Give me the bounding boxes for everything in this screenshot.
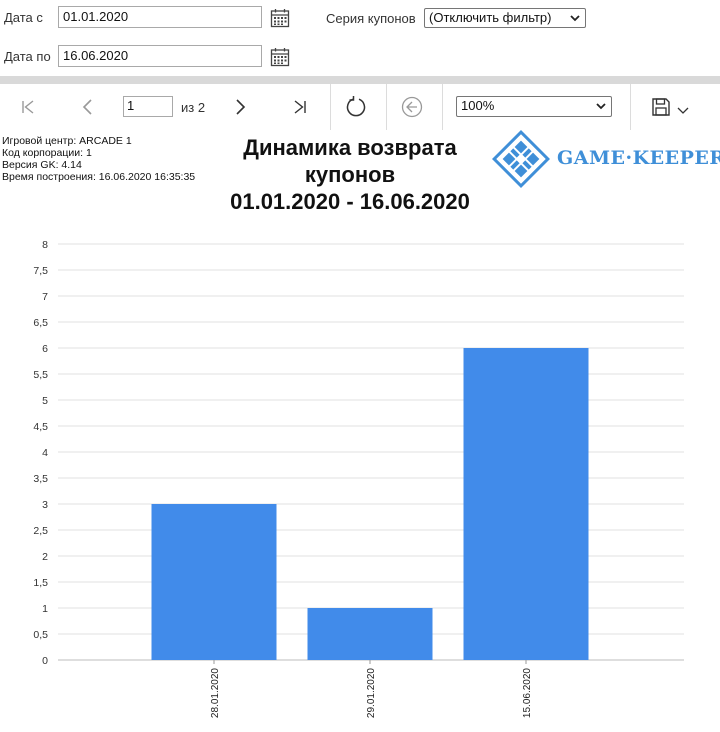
bar	[151, 504, 277, 660]
y-tick-label: 0	[42, 655, 48, 667]
y-tick-label: 5,5	[33, 369, 48, 381]
x-tick-label: 29.01.2020	[366, 668, 377, 718]
x-tick-label: 15.06.2020	[522, 668, 533, 718]
back-button[interactable]	[398, 93, 426, 121]
first-page-button[interactable]	[16, 96, 40, 118]
x-tick-label: 28.01.2020	[210, 668, 221, 718]
report-meta: Игровой центр: ARCADE 1 Код корпорации: …	[2, 135, 195, 183]
chevron-right-icon	[236, 99, 246, 115]
page-count-label: из 2	[181, 100, 206, 115]
y-tick-label: 7	[42, 291, 48, 303]
first-page-icon	[22, 100, 34, 114]
y-tick-label: 4,5	[33, 421, 48, 433]
coupon-return-chart: 0 0,5 1 1,5 2 2,5 3 3,5 4 4,5 5 5,5 6 6,5 7 7,5 8 28.01.2…	[33, 239, 684, 718]
y-tick-label: 6	[42, 343, 48, 355]
y-tick-label: 0,5	[33, 629, 48, 641]
y-tick-label: 5	[42, 395, 48, 407]
y-tick-label: 1,5	[33, 577, 48, 589]
y-tick-label: 1	[42, 603, 48, 615]
y-tick-label: 8	[42, 239, 48, 251]
chevron-down-icon	[677, 107, 689, 114]
y-tick-label: 2	[42, 551, 48, 563]
title-line: Динамика возврата	[243, 135, 457, 160]
last-page-button[interactable]	[288, 96, 312, 118]
back-arrow-icon	[401, 96, 423, 118]
save-button[interactable]	[646, 95, 694, 119]
coupon-series-select[interactable]: (Отключить фильтр)	[424, 8, 586, 28]
refresh-icon	[346, 96, 366, 117]
coupon-series-label: Серия купонов	[326, 11, 416, 26]
save-icon	[652, 98, 670, 116]
last-page-icon	[294, 100, 306, 114]
calendar-icon[interactable]	[270, 47, 290, 67]
page-number-input[interactable]: 1	[123, 96, 173, 117]
meta-line: Версия GK: 4.14	[2, 159, 82, 171]
meta-line: Игровой центр: ARCADE 1	[2, 135, 132, 147]
meta-line: Код корпорации: 1	[2, 147, 92, 159]
date-to-input[interactable]: 16.06.2020	[58, 45, 262, 67]
toolbar-divider	[630, 84, 631, 130]
chevron-left-icon	[82, 99, 92, 115]
y-tick-label: 6,5	[33, 317, 48, 329]
title-line: купонов	[304, 162, 396, 187]
date-to-label: Дата по	[4, 49, 51, 64]
toolbar-divider	[386, 84, 387, 130]
zoom-select[interactable]: 100%	[456, 96, 612, 117]
next-page-button[interactable]	[228, 96, 252, 118]
y-tick-label: 3	[42, 499, 48, 511]
toolbar-divider	[330, 84, 331, 130]
y-tick-label: 7,5	[33, 265, 48, 277]
toolbar-divider	[442, 84, 443, 130]
title-line: 01.01.2020 - 16.06.2020	[230, 189, 470, 214]
game-keeper-logo-icon	[492, 130, 550, 188]
previous-page-button[interactable]	[76, 96, 100, 118]
y-tick-label: 2,5	[33, 525, 48, 537]
chevron-down-icon	[570, 15, 580, 22]
meta-line: Время построения: 16.06.2020 16:35:35	[2, 171, 196, 183]
coupon-series-value: (Отключить фильтр)	[429, 10, 552, 25]
game-keeper-logo-text: GAME·KEEPER	[557, 147, 720, 169]
bar	[463, 348, 589, 660]
date-from-label: Дата с	[4, 10, 43, 25]
bar	[307, 608, 433, 660]
zoom-value: 100%	[461, 98, 495, 113]
y-tick-label: 4	[42, 447, 48, 459]
chevron-down-icon	[596, 103, 606, 110]
date-from-input[interactable]: 01.01.2020	[58, 6, 262, 28]
report-title: Динамика возврата купонов 01.01.2020 - 1…	[190, 134, 510, 215]
refresh-button[interactable]	[342, 93, 370, 121]
y-tick-label: 3,5	[33, 473, 48, 485]
calendar-icon[interactable]	[270, 8, 290, 28]
filter-separator	[0, 76, 720, 84]
